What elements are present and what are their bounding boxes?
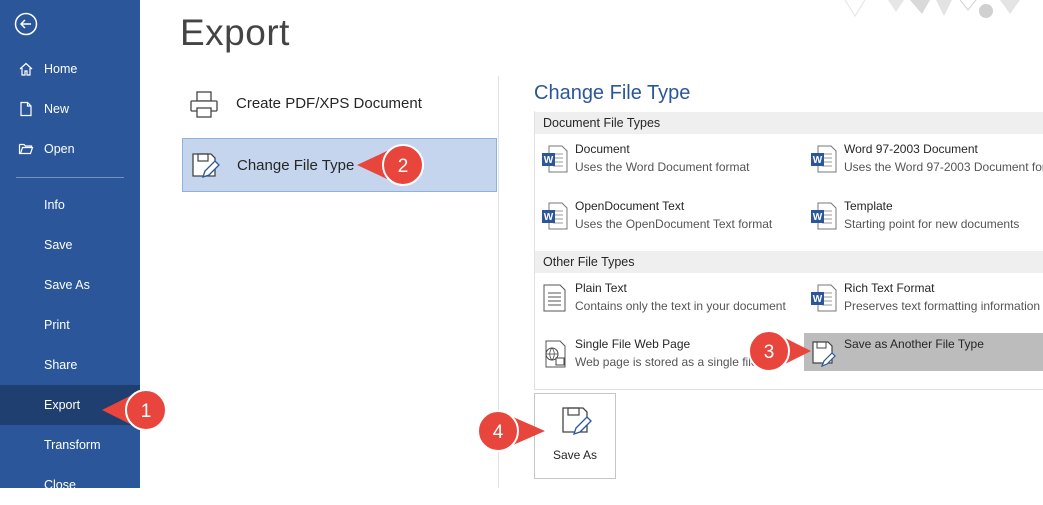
file-type-desc: Uses the Word 97-2003 Document format xyxy=(844,160,1043,174)
file-type-another-file-type[interactable]: Save as Another File Type xyxy=(804,333,1043,371)
file-type-title: Save as Another File Type xyxy=(844,337,984,351)
decorative-pattern xyxy=(844,0,1020,18)
callout-2: 2 xyxy=(357,144,424,186)
callout-number: 2 xyxy=(398,156,409,177)
opendocument-icon: W xyxy=(541,201,569,231)
change-file-type-heading: Change File Type xyxy=(534,82,691,104)
file-type-word-97-2003[interactable]: W Word 97-2003 Document Uses the Word 97… xyxy=(804,138,1043,186)
file-type-title: Plain Text xyxy=(575,281,627,295)
callout-number: 4 xyxy=(493,422,504,443)
new-document-icon xyxy=(18,101,34,117)
svg-text:W: W xyxy=(813,294,823,305)
option-label: Change File Type xyxy=(237,157,355,174)
nav-label: Save As xyxy=(44,278,90,292)
nav-print[interactable]: Print xyxy=(0,305,140,345)
other-file-types-header: Other File Types xyxy=(535,251,1043,273)
nav-label: Share xyxy=(44,358,78,372)
nav-label: Open xyxy=(44,142,75,156)
nav-label: Close xyxy=(44,478,76,492)
svg-text:W: W xyxy=(813,212,823,223)
document-file-types-header: Document File Types xyxy=(535,112,1043,134)
nav-label: Save xyxy=(44,238,73,252)
file-type-title: Document xyxy=(575,142,630,156)
create-pdf-xps-option[interactable]: Create PDF/XPS Document xyxy=(182,77,497,131)
nav-save[interactable]: Save xyxy=(0,225,140,265)
file-type-template[interactable]: W Template Starting point for new docume… xyxy=(804,195,1043,243)
file-type-title: Single File Web Page xyxy=(575,337,691,351)
file-type-desc: Uses the OpenDocument Text format xyxy=(575,217,773,231)
file-type-desc: Starting point for new documents xyxy=(844,217,1020,231)
home-icon xyxy=(18,61,34,77)
nav-label: Transform xyxy=(44,438,101,452)
callout-number: 3 xyxy=(764,342,775,363)
nav-info[interactable]: Info xyxy=(0,185,140,225)
callout-3: 3 xyxy=(748,330,811,372)
nav-label: Info xyxy=(44,198,65,212)
nav-label: Export xyxy=(44,398,81,412)
callout-number: 1 xyxy=(141,401,152,422)
template-icon: W xyxy=(810,201,838,231)
nav-label: Print xyxy=(44,318,70,332)
nav-close[interactable]: Close xyxy=(0,465,140,505)
nav-home[interactable]: Home xyxy=(0,49,140,89)
file-type-desc: Web page is stored as a single file xyxy=(575,355,758,369)
printer-icon xyxy=(188,88,220,120)
nav-save-as[interactable]: Save As xyxy=(0,265,140,305)
nav-label: New xyxy=(44,102,70,116)
file-type-plain-text[interactable]: Plain Text Contains only the text in you… xyxy=(535,277,797,325)
file-type-title: Template xyxy=(844,199,893,213)
nav-label: Home xyxy=(44,62,78,76)
callout-1: 1 xyxy=(102,389,167,431)
page-title: Export xyxy=(180,12,290,53)
file-type-rich-text[interactable]: W Rich Text Format Preserves text format… xyxy=(804,277,1043,325)
svg-text:W: W xyxy=(544,155,554,166)
nav-divider xyxy=(16,177,124,178)
option-label: Create PDF/XPS Document xyxy=(236,95,422,112)
save-edit-icon xyxy=(810,339,838,369)
word-document-icon: W xyxy=(810,144,838,174)
file-type-desc: Uses the Word Document format xyxy=(575,160,750,174)
word-document-icon: W xyxy=(541,144,569,174)
file-type-opendocument[interactable]: W OpenDocument Text Uses the OpenDocumen… xyxy=(535,195,797,243)
svg-text:W: W xyxy=(544,212,554,223)
file-type-title: Rich Text Format xyxy=(844,281,935,295)
folder-icon xyxy=(18,141,34,157)
file-type-title: OpenDocument Text xyxy=(575,199,685,213)
file-type-desc: Contains only the text in your document xyxy=(575,299,786,313)
nav-new[interactable]: New xyxy=(0,89,140,129)
save-as-label: Save As xyxy=(552,448,598,462)
header-label: Document File Types xyxy=(543,116,661,130)
back-arrow-icon[interactable] xyxy=(14,12,38,36)
nav-share[interactable]: Share xyxy=(0,345,140,385)
callout-4: 4 xyxy=(477,410,545,452)
svg-text:W: W xyxy=(813,155,823,166)
text-file-icon xyxy=(541,283,569,313)
change-file-type-option[interactable]: Change File Type xyxy=(182,138,497,192)
nav-open[interactable]: Open xyxy=(0,129,140,169)
save-edit-icon xyxy=(559,404,593,438)
rich-text-icon: W xyxy=(810,283,838,313)
web-page-icon xyxy=(541,339,569,369)
file-type-desc: Preserves text formatting information xyxy=(844,299,1041,313)
file-type-title: Word 97-2003 Document xyxy=(844,142,978,156)
header-label: Other File Types xyxy=(543,255,635,269)
file-type-document[interactable]: W Document Uses the Word Document format xyxy=(535,138,797,186)
save-edit-icon xyxy=(189,150,221,182)
